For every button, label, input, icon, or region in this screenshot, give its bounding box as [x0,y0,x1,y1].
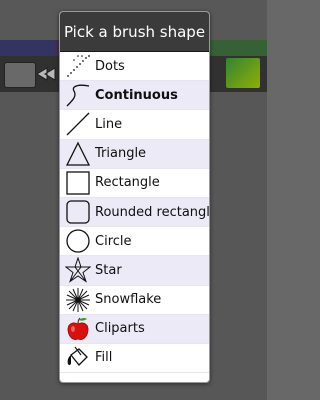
list-item-label: Rounded rectangle [95,204,210,220]
list-item-dots[interactable]: Dots [60,52,209,82]
brush-shape-dialog: Pick a brush shape Dots Continuous Line … [59,11,210,383]
star-icon [65,257,91,284]
list-item-triangle[interactable]: Triangle [60,139,209,169]
line-icon [65,111,91,137]
apple-icon [65,316,91,342]
list-item-label: Dots [95,58,125,74]
rectangle-icon [65,170,91,196]
list-item-label: Star [95,262,122,278]
circle-icon [65,228,91,254]
list-item-circle[interactable]: Circle [60,227,209,257]
list-item-star[interactable]: Star [60,256,209,286]
brush-shape-list: Dots Continuous Line Triangle Rectangle [60,52,210,374]
list-item-rectangle[interactable]: Rectangle [60,168,209,198]
list-item-label: Triangle [95,146,147,162]
list-item-cliparts[interactable]: Cliparts [60,314,209,344]
list-item-label: Circle [95,233,132,249]
rounded-rectangle-icon [65,199,91,225]
dialog-title: Pick a brush shape [60,12,209,52]
snowflake-icon [65,287,91,313]
list-item-label: Continuous [95,87,178,103]
paint-bucket-icon [65,345,91,371]
list-item-snowflake[interactable]: Snowflake [60,285,209,315]
list-item-label: Cliparts [95,321,145,337]
list-item-label: Line [95,116,123,132]
list-item-label: Rectangle [95,175,160,191]
list-item-label: Fill [95,350,113,366]
list-item-continuous[interactable]: Continuous [60,81,209,111]
list-item-rounded-rectangle[interactable]: Rounded rectangle [60,197,210,228]
continuous-icon [65,82,91,108]
triangle-icon [65,141,91,167]
list-item-line[interactable]: Line [60,110,209,140]
list-item-fill[interactable]: Fill [60,343,209,374]
list-item-label: Snowflake [95,292,162,308]
dots-icon [65,53,91,79]
